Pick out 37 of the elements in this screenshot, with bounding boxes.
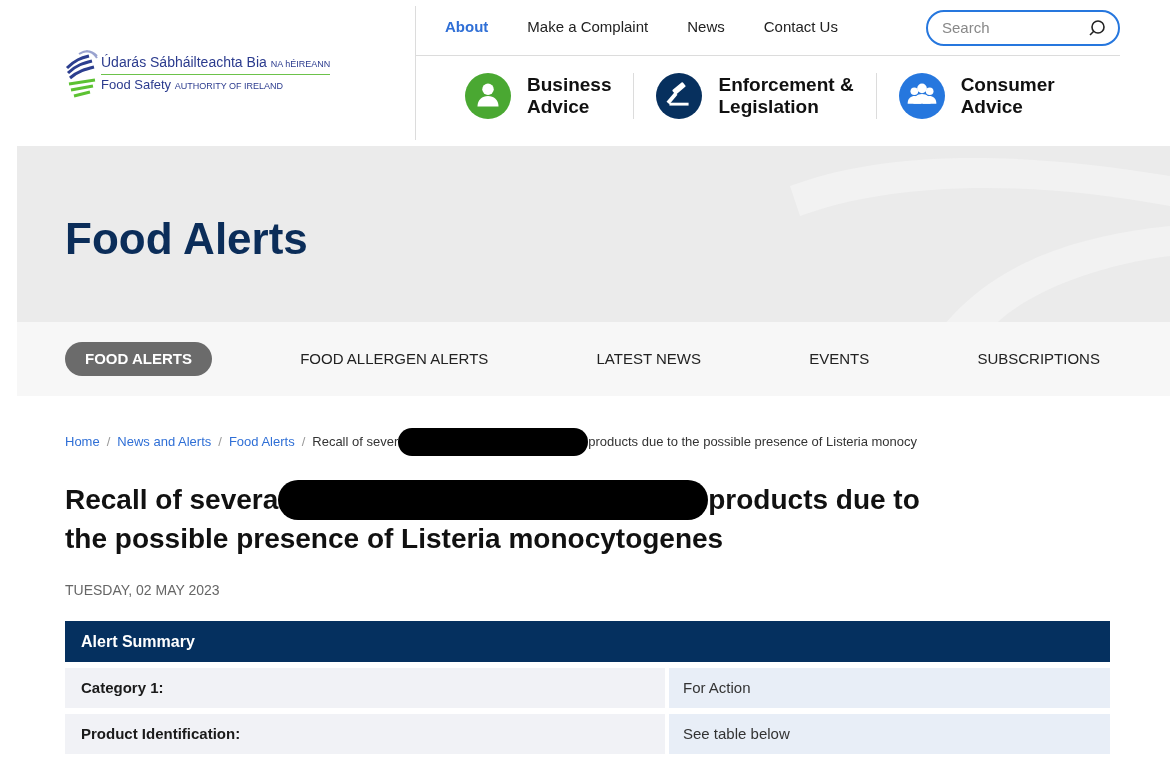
breadcrumb-separator: /: [106, 433, 111, 452]
table-cell: Product Identification:: [65, 714, 665, 754]
breadcrumb-separator: /: [218, 433, 222, 452]
logo-title-irish: Údarás Sábháilteachta Bia NA hÉIREANN: [101, 51, 331, 75]
category-link[interactable]: Enforcement & Legislation: [718, 74, 854, 118]
category-link[interactable]: Consumer Advice: [960, 74, 1055, 118]
nav-link[interactable]: Contact Us: [763, 16, 838, 39]
logo-title-english: Food Safety AUTHORITY OF IRELAND: [101, 75, 285, 94]
breadcrumb-link[interactable]: Home: [65, 432, 100, 452]
article-title: Recall of severa: [65, 483, 279, 517]
section-tab[interactable]: FOOD ALLERGEN ALERTS: [280, 341, 509, 377]
article-title: products due to: [708, 483, 920, 517]
section-tab[interactable]: SUBSCRIPTIONS: [957, 341, 1120, 377]
article-date: TUESDAY, 02 MAY 2023: [65, 581, 221, 600]
person-icon[interactable]: [465, 73, 511, 119]
section-tab[interactable]: LATEST NEWS: [576, 341, 721, 377]
group-icon[interactable]: [898, 73, 945, 119]
search-field[interactable]: Search: [926, 9, 1120, 46]
table-header: Alert Summary: [65, 621, 1110, 662]
breadcrumb-current: products due to the possible presence of Listeria monocy: [588, 433, 918, 452]
breadcrumb-link[interactable]: Food Alerts: [228, 432, 295, 452]
page-title: Food Alerts: [65, 213, 308, 265]
table-cell: See table below: [669, 714, 1110, 754]
nav-link[interactable]: About: [445, 16, 489, 39]
nav-link[interactable]: Make a Complaint: [527, 16, 649, 39]
gavel-icon[interactable]: [656, 73, 703, 119]
table-cell: Category 1:: [65, 668, 665, 708]
breadcrumb-separator: /: [301, 433, 306, 452]
table-cell: For Action: [669, 668, 1110, 708]
search-icon[interactable]: [1088, 18, 1106, 37]
section-tab[interactable]: EVENTS: [789, 341, 890, 377]
article-title: the possible presence of Listeria monocytogenes: [65, 522, 725, 556]
nav-link[interactable]: News: [687, 16, 725, 39]
breadcrumb-link[interactable]: News and Alerts: [117, 432, 212, 452]
section-tab[interactable]: FOOD ALERTS: [65, 341, 212, 377]
breadcrumb-current: Recall of sever: [312, 433, 399, 452]
category-link[interactable]: Business Advice: [527, 74, 612, 118]
